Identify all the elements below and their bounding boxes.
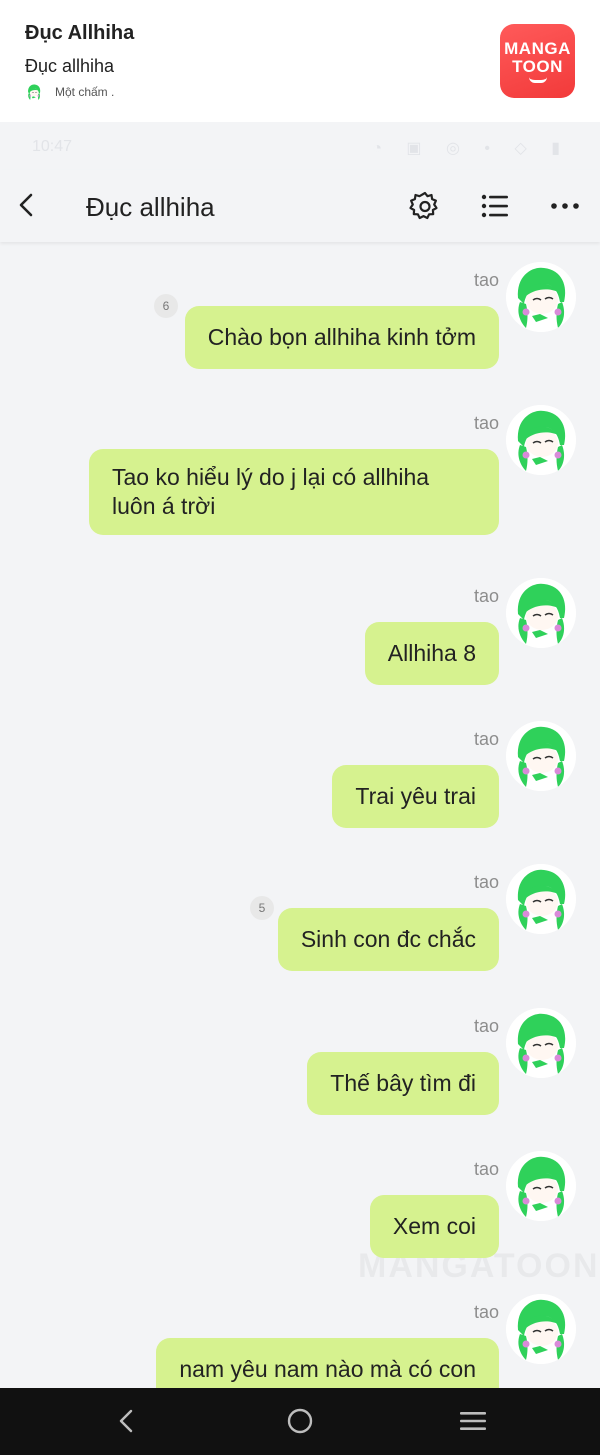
story-meta: Một chấm . [25, 82, 114, 102]
chat-app-bar: Đục allhiha [0, 170, 600, 242]
message-sender: tao [473, 413, 499, 433]
message-sender: tao [473, 586, 499, 606]
character-mini-icon [25, 82, 43, 102]
logo-line1: MANGA [504, 38, 571, 58]
user-avatar[interactable] [506, 864, 576, 934]
story-subtitle: Đục allhiha [25, 56, 115, 76]
user-avatar[interactable] [506, 262, 576, 332]
message-list[interactable]: MANGATOON tao 6 Chào bọn allhiha kinh tở… [0, 242, 600, 1388]
mangatoon-logo[interactable]: MANGA TOON [500, 24, 575, 98]
gear-icon[interactable] [409, 190, 441, 222]
message-sender: tao [473, 729, 499, 749]
message-bubble[interactable]: Xem coi [369, 1195, 499, 1258]
message-bubble[interactable]: Tao ko hiểu lý do j lại có allhiha luôn … [89, 449, 499, 535]
user-avatar[interactable] [506, 1294, 576, 1364]
more-icon[interactable] [549, 191, 581, 221]
list-icon[interactable] [480, 191, 510, 221]
story-meta-text: Một chấm . [55, 85, 115, 99]
logo-smile-icon [528, 77, 547, 83]
user-avatar[interactable] [506, 1151, 576, 1221]
message-sender: tao [473, 872, 499, 892]
message-bubble[interactable]: Allhiha 8 [364, 622, 499, 685]
message-sender: tao [473, 1159, 499, 1179]
nav-home-icon[interactable] [286, 1407, 314, 1435]
message-bubble[interactable]: Trai yêu trai [332, 765, 499, 828]
message-bubble[interactable]: Sinh con đc chắc [277, 908, 499, 971]
system-nav-bar [0, 1388, 600, 1455]
comment-count-badge[interactable]: 5 [250, 896, 274, 920]
message-bubble[interactable]: nam yêu nam nào mà có con [156, 1338, 499, 1388]
nav-recents-icon[interactable] [458, 1407, 488, 1435]
story-title: Đục Allhiha [25, 22, 135, 44]
status-icons: ◔ ▣ ◎ • ◇ ▮ [372, 140, 570, 157]
status-time: 10:47 [32, 138, 73, 155]
nav-back-icon[interactable] [113, 1407, 141, 1435]
back-icon[interactable] [12, 190, 42, 220]
message-bubble[interactable]: Thế bây tìm đi [307, 1052, 499, 1115]
status-bar: 10:47 ◔ ▣ ◎ • ◇ ▮ [0, 122, 600, 170]
chat-title: Đục allhiha [86, 192, 215, 222]
logo-line2: TOON [512, 56, 563, 76]
user-avatar[interactable] [506, 721, 576, 791]
story-header[interactable]: Đục Allhiha Đục allhiha Một chấm . MANGA… [0, 0, 600, 122]
message-sender: tao [473, 270, 499, 290]
message-sender: tao [473, 1016, 499, 1036]
comment-count-badge[interactable]: 6 [154, 294, 178, 318]
message-sender: tao [473, 1302, 499, 1322]
message-bubble[interactable]: Chào bọn allhiha kinh tởm [184, 306, 499, 369]
user-avatar[interactable] [506, 1008, 576, 1078]
user-avatar[interactable] [506, 405, 576, 475]
user-avatar[interactable] [506, 578, 576, 648]
